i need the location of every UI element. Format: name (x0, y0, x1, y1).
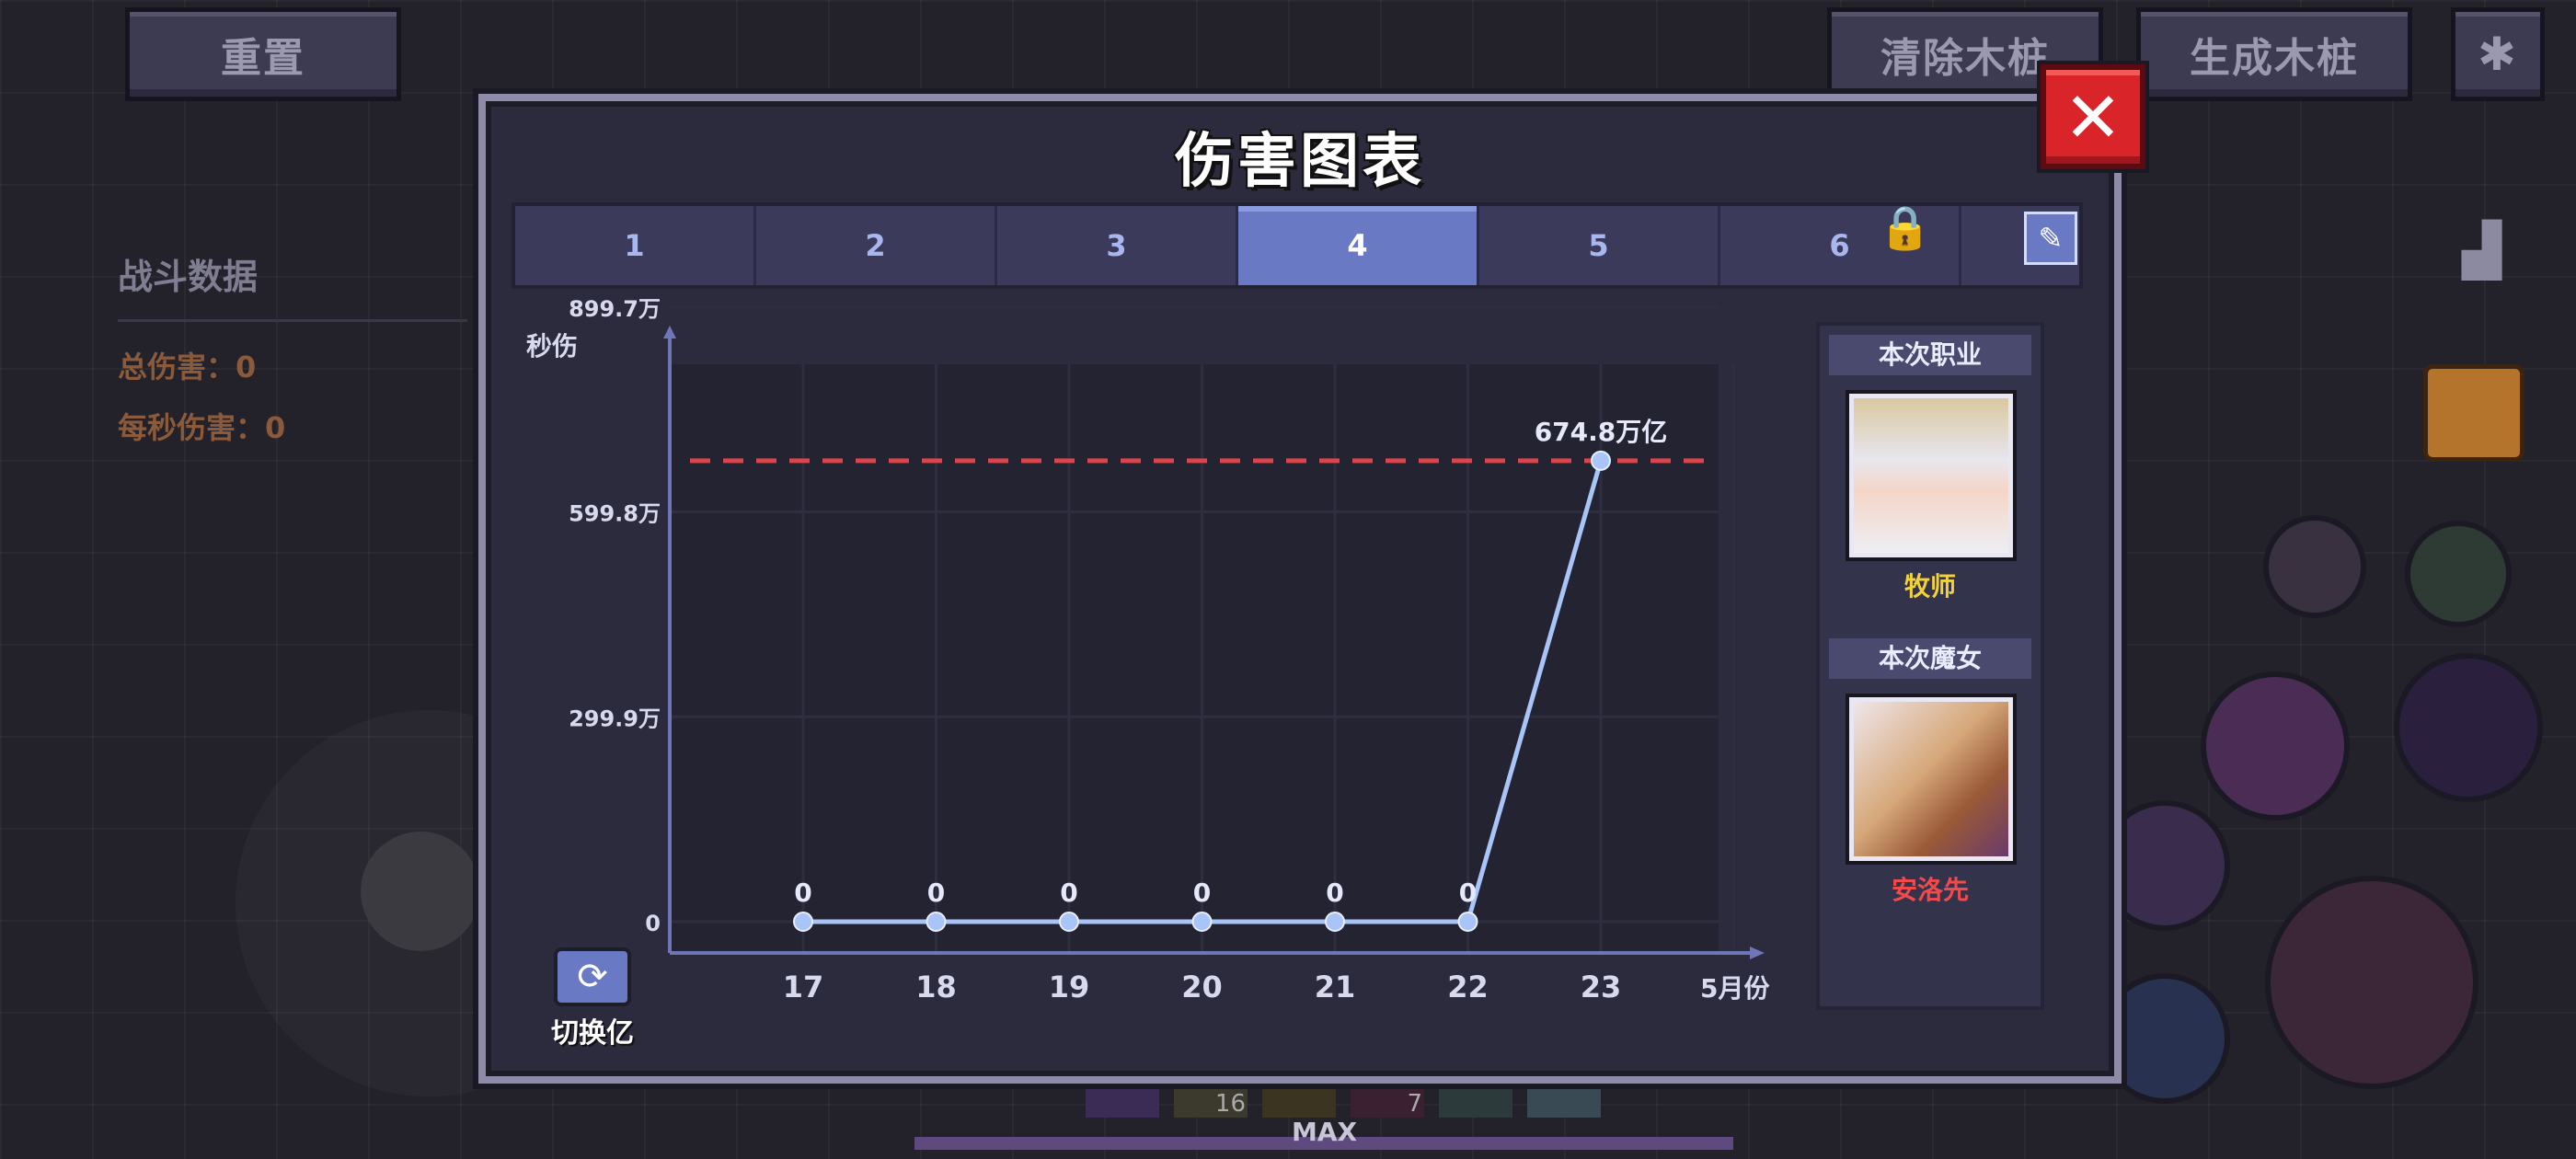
x-axis-arrow (1750, 947, 1765, 959)
reset-button[interactable]: 重置 (125, 7, 401, 101)
pencil-icon[interactable]: ✎ (2024, 212, 2077, 265)
data-point (1325, 912, 1345, 932)
crown-skill-icon[interactable] (2263, 515, 2366, 618)
y-tick-label: 599.8万 (569, 501, 661, 527)
dps-text: 每秒伤害：0 (118, 410, 286, 445)
ghost-skill-icon[interactable] (2405, 521, 2512, 627)
priest-portrait (1849, 394, 2013, 557)
data-label: 0 (794, 878, 811, 908)
x-tick-label: 23 (1581, 970, 1622, 1004)
spawn-dummy-button[interactable]: 生成木桩 (2136, 7, 2412, 101)
battle-stats-title: 战斗数据 (118, 257, 259, 297)
data-label: 0 (1060, 878, 1077, 908)
total-damage-text: 总伤害：0 (118, 350, 257, 384)
build-info-panel: 本次职业 牧师 本次魔女 安洛先 (1816, 322, 2044, 1010)
data-point (1457, 912, 1478, 932)
y-axis-arrow (663, 326, 676, 339)
switch-unit-label: 切换亿 (551, 1017, 634, 1050)
class-label: 本次职业 (1829, 335, 2031, 375)
max-label: MAX (1292, 1117, 1358, 1147)
x-tick-label: 19 (1049, 970, 1090, 1004)
moon-skill-icon[interactable] (2201, 671, 2350, 820)
data-point (1059, 912, 1079, 932)
treasure-chest-icon[interactable] (2423, 364, 2524, 462)
data-point (1191, 912, 1213, 932)
data-label: 0 (1193, 878, 1211, 908)
data-point (926, 912, 947, 932)
witch-portrait (1849, 697, 2013, 861)
y-tick-label: 0 (645, 911, 661, 936)
plot-area (670, 364, 1719, 953)
y-tick-label: 899.7万 (569, 296, 661, 322)
data-label: 674.8万亿 (1535, 417, 1668, 447)
attack-skill-icon[interactable] (2265, 876, 2478, 1089)
battle-stats-panel: 战斗数据 总伤害：0 每秒伤害：0 (118, 248, 467, 465)
class-name: 牧师 (1903, 571, 1956, 602)
refresh-icon: ⟳ (554, 947, 631, 1006)
witch-label: 本次魔女 (1829, 638, 2031, 679)
data-point (793, 912, 813, 932)
x-tick-label: 22 (1447, 970, 1489, 1004)
data-label: 0 (927, 878, 945, 908)
data-label: 0 (1326, 878, 1343, 908)
data-label: 0 (1459, 878, 1477, 908)
x-tick-label: 21 (1315, 970, 1356, 1004)
lock-icon: 🔒 (1879, 202, 1932, 252)
x-axis-label: 5月份 (1700, 973, 1769, 1004)
stats-chart-icon[interactable]: ▟ (2462, 221, 2526, 285)
x-tick-label: 17 (783, 970, 824, 1004)
data-point (1591, 450, 1611, 471)
damage-line-chart: 0 299.9万 599.8万 899.7万秒伤 5月份 0 17 0 18 0 19 0 20 0 21 0… (526, 296, 1769, 1004)
witch-name: 安洛先 (1891, 875, 1969, 905)
item-count: 7 (1407, 1090, 1422, 1118)
switch-unit-button[interactable]: ⟳ 切换亿 (537, 947, 648, 1050)
damage-chart-modal: 伤害图表 1 2 3 4 5 6 🔒 ✎ 0 299.9万 599.8万 899.7万… (478, 64, 2145, 1084)
y-tick-label: 299.9万 (569, 706, 661, 731)
y-axis-label: 秒伤 (526, 331, 578, 361)
joystick-knob-icon[interactable] (361, 832, 480, 951)
divider (118, 319, 467, 322)
settings-gear-icon[interactable]: ✱ (2451, 7, 2545, 101)
item-count: 16 (1214, 1090, 1246, 1118)
x-tick-label: 18 (915, 970, 957, 1004)
x-tick-label: 20 (1181, 970, 1223, 1004)
orb-skill-icon[interactable] (2394, 653, 2543, 802)
close-icon[interactable]: ✕ (2041, 64, 2145, 169)
